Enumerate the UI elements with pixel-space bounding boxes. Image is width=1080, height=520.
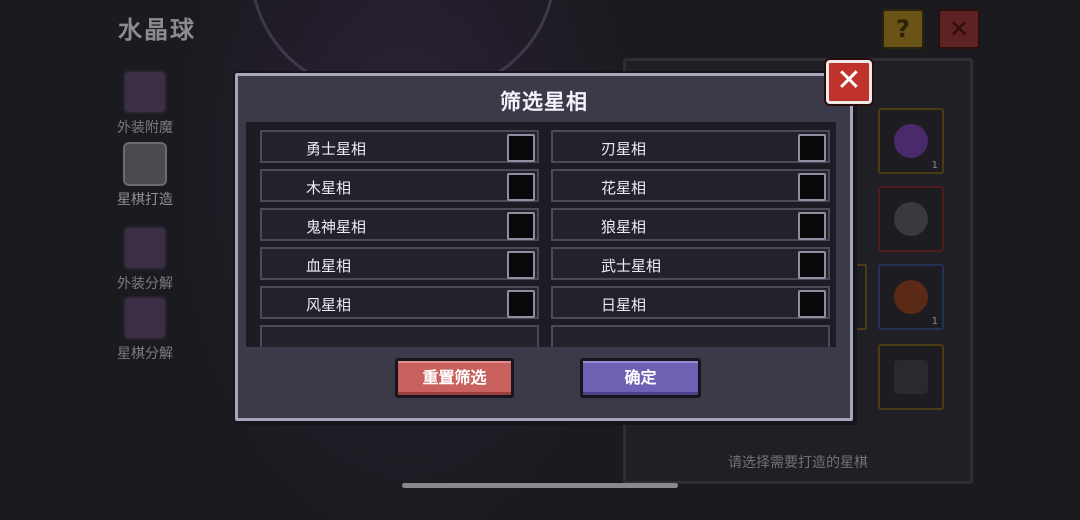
close-icon[interactable]: ✕: [826, 60, 872, 104]
crystal-item-icon: [894, 124, 928, 158]
chess-item-icon: [894, 360, 928, 394]
filter-checkbox[interactable]: [798, 173, 826, 201]
question-icon[interactable]: ?: [882, 9, 924, 49]
side-button-enchant[interactable]: 外装附魔: [110, 70, 180, 137]
filter-option[interactable]: 日星相: [551, 286, 830, 319]
crystal-ball-dismantle-icon: [123, 226, 167, 270]
filter-option-partial[interactable]: [551, 325, 830, 347]
home-indicator[interactable]: [402, 483, 678, 488]
side-button-label: 外装分解: [117, 276, 173, 292]
hint-text: 请选择需要打造的星棋: [728, 455, 868, 471]
filter-checkbox[interactable]: [507, 173, 535, 201]
filter-option-label: 花星相: [601, 179, 647, 197]
filter-option-label: 风星相: [306, 296, 352, 314]
filter-option-label: 日星相: [601, 296, 647, 314]
modal-title: 筛选星相: [500, 90, 588, 114]
filter-option[interactable]: 风星相: [260, 286, 539, 319]
filter-option[interactable]: 血星相: [260, 247, 539, 280]
filter-option-label: 血星相: [306, 257, 352, 275]
filter-checkbox[interactable]: [507, 134, 535, 162]
filter-option-label: 刃星相: [601, 140, 647, 158]
side-button-label: 星棋分解: [117, 346, 173, 362]
filter-checkbox[interactable]: [507, 251, 535, 279]
filter-option[interactable]: 木星相: [260, 169, 539, 202]
filter-option[interactable]: 鬼神星相: [260, 208, 539, 241]
filter-option-label: 武士星相: [601, 257, 662, 275]
filter-option[interactable]: 花星相: [551, 169, 830, 202]
filter-option-list[interactable]: 勇士星相 刃星相 木星相 花星相 鬼神星相 狼星相 血星相 武士星相 风星相 日…: [246, 122, 836, 347]
inventory-slot[interactable]: 1: [878, 108, 944, 174]
side-button-label: 星棋打造: [117, 192, 173, 208]
filter-option[interactable]: 勇士星相: [260, 130, 539, 163]
crystal-ball-enchant-icon: [123, 70, 167, 114]
filter-option[interactable]: 狼星相: [551, 208, 830, 241]
filter-checkbox[interactable]: [798, 290, 826, 318]
chess-forge-icon: [123, 142, 167, 186]
side-button-dismantle[interactable]: 外装分解: [110, 226, 180, 293]
reset-filter-button[interactable]: 重置筛选: [395, 358, 514, 398]
close-icon[interactable]: ✕: [938, 9, 980, 49]
chess-dismantle-icon: [123, 296, 167, 340]
inventory-slot[interactable]: [878, 186, 944, 252]
confirm-button[interactable]: 确定: [580, 358, 701, 398]
slot-count: 1: [931, 160, 938, 171]
filter-option-label: 鬼神星相: [306, 218, 367, 236]
inventory-slot[interactable]: 1: [878, 264, 944, 330]
filter-option-label: 狼星相: [601, 218, 647, 236]
page-title: 水晶球: [118, 16, 196, 44]
filter-option[interactable]: 刃星相: [551, 130, 830, 163]
filter-option-partial[interactable]: [260, 325, 539, 347]
filter-checkbox[interactable]: [507, 290, 535, 318]
inventory-slot[interactable]: 1: [845, 264, 867, 330]
inventory-slot[interactable]: [878, 344, 944, 410]
filter-option-label: 木星相: [306, 179, 352, 197]
filter-option[interactable]: 武士星相: [551, 247, 830, 280]
orb-item-icon: [894, 280, 928, 314]
side-button-chess-dismantle[interactable]: 星棋分解: [110, 296, 180, 363]
filter-checkbox[interactable]: [798, 134, 826, 162]
side-button-label: 外装附魔: [117, 120, 173, 136]
filter-checkbox[interactable]: [798, 251, 826, 279]
filter-option-label: 勇士星相: [306, 140, 367, 158]
filter-checkbox[interactable]: [507, 212, 535, 240]
slot-count: 1: [931, 316, 938, 327]
side-button-forge[interactable]: 星棋打造: [110, 142, 180, 209]
filter-checkbox[interactable]: [798, 212, 826, 240]
skull-item-icon: [894, 202, 928, 236]
